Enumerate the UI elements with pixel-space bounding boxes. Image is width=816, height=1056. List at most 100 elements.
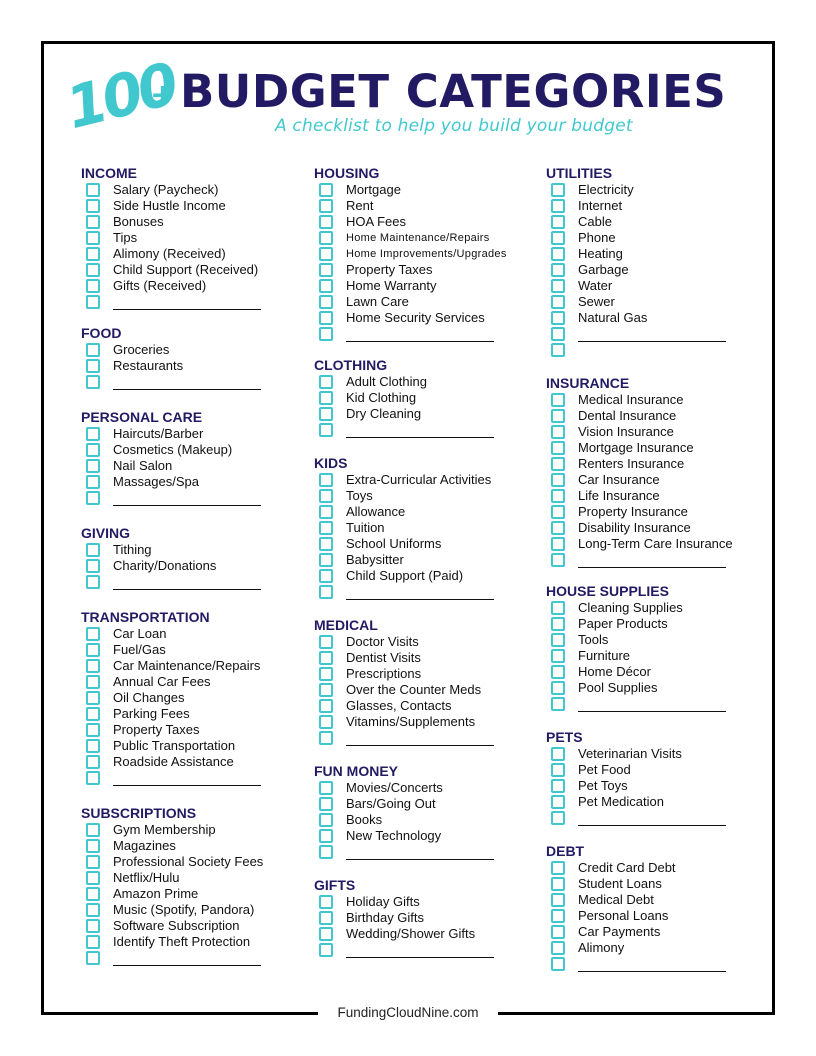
checklist-item[interactable]: Cosmetics (Makeup) (81, 442, 301, 458)
checkbox-icon[interactable] (86, 903, 100, 917)
checklist-item[interactable]: Phone (546, 230, 766, 246)
checkbox-icon[interactable] (86, 919, 100, 933)
checklist-item[interactable]: Gifts (Received) (81, 278, 301, 294)
checkbox-icon[interactable] (551, 617, 565, 631)
checklist-item[interactable]: Tools (546, 632, 766, 648)
blank-line[interactable] (346, 947, 494, 958)
checklist-item[interactable]: Prescriptions (314, 666, 534, 682)
checklist-item[interactable]: Glasses, Contacts (314, 698, 534, 714)
checklist-item[interactable]: Professional Society Fees (81, 854, 301, 870)
checkbox-icon[interactable] (319, 183, 333, 197)
checkbox-icon[interactable] (551, 215, 565, 229)
checkbox-icon[interactable] (551, 909, 565, 923)
checklist-item[interactable]: Kid Clothing (314, 390, 534, 406)
checklist-item[interactable]: Vision Insurance (546, 424, 766, 440)
checklist-item[interactable]: Magazines (81, 838, 301, 854)
checkbox-icon[interactable] (551, 441, 565, 455)
blank-line[interactable] (113, 299, 261, 310)
checklist-item[interactable]: Music (Spotify, Pandora) (81, 902, 301, 918)
checkbox-icon[interactable] (86, 263, 100, 277)
checkbox-icon[interactable] (86, 723, 100, 737)
checklist-item[interactable]: Bars/Going Out (314, 796, 534, 812)
checkbox-icon[interactable] (319, 489, 333, 503)
checkbox-icon[interactable] (551, 457, 565, 471)
blank-line[interactable] (346, 589, 494, 600)
checklist-item[interactable]: Wedding/Shower Gifts (314, 926, 534, 942)
blank-item[interactable] (314, 584, 534, 600)
checkbox-icon[interactable] (86, 295, 100, 309)
checkbox-icon[interactable] (86, 279, 100, 293)
blank-line[interactable] (578, 557, 726, 568)
blank-line[interactable] (578, 961, 726, 972)
checkbox-icon[interactable] (319, 569, 333, 583)
checkbox-icon[interactable] (86, 675, 100, 689)
blank-line[interactable] (113, 579, 261, 590)
checklist-item[interactable]: Home Maintenance/Repairs (314, 230, 534, 246)
checklist-item[interactable]: HOA Fees (314, 214, 534, 230)
checklist-item[interactable]: Child Support (Received) (81, 262, 301, 278)
checklist-item[interactable]: Sewer (546, 294, 766, 310)
checkbox-icon[interactable] (86, 491, 100, 505)
checkbox-icon[interactable] (319, 521, 333, 535)
checkbox-icon[interactable] (551, 393, 565, 407)
checklist-item[interactable]: Allowance (314, 504, 534, 520)
checklist-item[interactable]: Over the Counter Meds (314, 682, 534, 698)
checklist-item[interactable]: Alimony (Received) (81, 246, 301, 262)
checkbox-icon[interactable] (319, 683, 333, 697)
checkbox-icon[interactable] (319, 927, 333, 941)
checkbox-icon[interactable] (86, 691, 100, 705)
checkbox-icon[interactable] (86, 359, 100, 373)
checkbox-icon[interactable] (319, 715, 333, 729)
checkbox-icon[interactable] (86, 755, 100, 769)
checklist-item[interactable]: Parking Fees (81, 706, 301, 722)
checkbox-icon[interactable] (551, 247, 565, 261)
checkbox-icon[interactable] (86, 543, 100, 557)
blank-line[interactable] (113, 379, 261, 390)
checkbox-icon[interactable] (551, 279, 565, 293)
checklist-item[interactable]: Netflix/Hulu (81, 870, 301, 886)
checklist-item[interactable]: Salary (Paycheck) (81, 182, 301, 198)
checkbox-icon[interactable] (86, 215, 100, 229)
checkbox-icon[interactable] (319, 699, 333, 713)
checklist-item[interactable]: Car Insurance (546, 472, 766, 488)
checkbox-icon[interactable] (551, 877, 565, 891)
checklist-item[interactable]: Heating (546, 246, 766, 262)
checkbox-icon[interactable] (551, 537, 565, 551)
checkbox-icon[interactable] (86, 871, 100, 885)
checklist-item[interactable]: Groceries (81, 342, 301, 358)
checkbox-icon[interactable] (551, 633, 565, 647)
checkbox-icon[interactable] (319, 635, 333, 649)
checkbox-icon[interactable] (86, 739, 100, 753)
checklist-item[interactable]: Alimony (546, 940, 766, 956)
checkbox-icon[interactable] (319, 505, 333, 519)
checklist-item[interactable]: Massages/Spa (81, 474, 301, 490)
checkbox-icon[interactable] (551, 327, 565, 341)
checklist-item[interactable]: New Technology (314, 828, 534, 844)
blank-item[interactable] (314, 730, 534, 746)
checkbox-icon[interactable] (551, 409, 565, 423)
checklist-item[interactable]: Internet (546, 198, 766, 214)
checklist-item[interactable]: Dental Insurance (546, 408, 766, 424)
checkbox-icon[interactable] (551, 861, 565, 875)
checkbox-icon[interactable] (551, 941, 565, 955)
checkbox-icon[interactable] (319, 327, 333, 341)
checklist-item[interactable]: Adult Clothing (314, 374, 534, 390)
checkbox-icon[interactable] (86, 659, 100, 673)
checkbox-icon[interactable] (551, 811, 565, 825)
blank-line[interactable] (346, 735, 494, 746)
checklist-item[interactable]: Personal Loans (546, 908, 766, 924)
checkbox-icon[interactable] (86, 199, 100, 213)
checkbox-icon[interactable] (551, 311, 565, 325)
checklist-item[interactable]: Birthday Gifts (314, 910, 534, 926)
blank-item[interactable] (81, 490, 301, 506)
checklist-item[interactable]: Cleaning Supplies (546, 600, 766, 616)
checklist-item[interactable]: Water (546, 278, 766, 294)
checkbox-icon[interactable] (551, 183, 565, 197)
checkbox-icon[interactable] (319, 231, 333, 245)
checklist-item[interactable]: Babysitter (314, 552, 534, 568)
checklist-item[interactable]: Public Transportation (81, 738, 301, 754)
checklist-item[interactable]: Medical Insurance (546, 392, 766, 408)
checkbox-icon[interactable] (551, 665, 565, 679)
checkbox-icon[interactable] (86, 459, 100, 473)
checklist-item[interactable]: Property Insurance (546, 504, 766, 520)
